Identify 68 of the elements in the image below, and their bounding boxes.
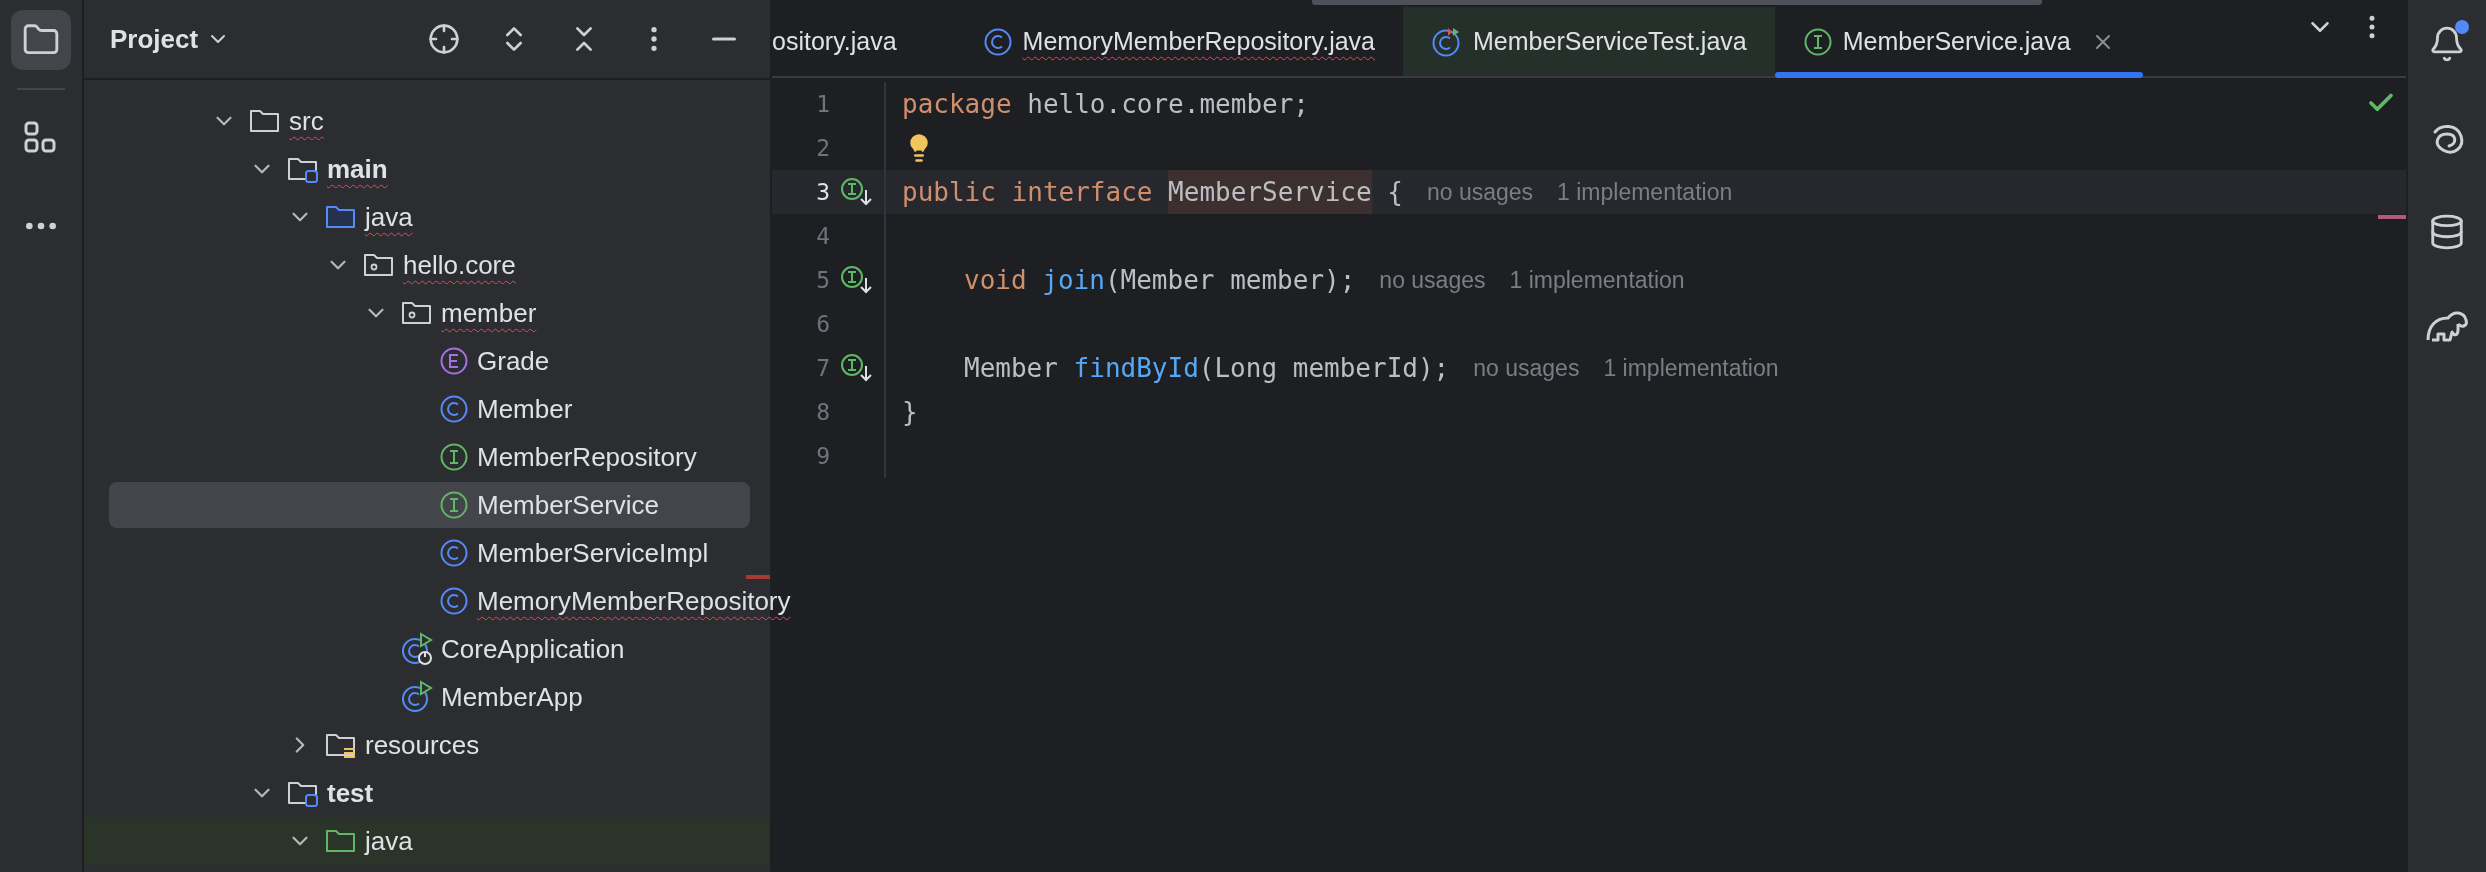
editor-tab[interactable]: MemoryMemberRepository.java bbox=[954, 7, 1403, 76]
line-number: 4 bbox=[815, 223, 830, 249]
line-number: 1 bbox=[815, 91, 830, 117]
panel-title[interactable]: Project bbox=[110, 23, 199, 55]
line-number: 8 bbox=[815, 399, 830, 425]
class-icon bbox=[439, 394, 469, 424]
class-icon bbox=[439, 586, 469, 616]
inlay-hint[interactable]: 1 implementation bbox=[1509, 266, 1685, 294]
inlay-hint[interactable]: 1 implementation bbox=[1557, 178, 1733, 206]
line-number: 2 bbox=[815, 135, 830, 161]
error-stripe-mark bbox=[2378, 215, 2406, 219]
code-token: findById bbox=[1073, 352, 1199, 385]
code-token: Member bbox=[964, 352, 1059, 385]
interface-icon bbox=[1802, 26, 1833, 57]
structure-icon[interactable] bbox=[23, 120, 59, 156]
tree-item[interactable]: MemoryMemberRepository bbox=[109, 578, 791, 624]
tree-item[interactable]: Grade bbox=[109, 338, 750, 384]
editor-tab[interactable]: MemberService.java bbox=[1774, 7, 2143, 76]
code-token: { bbox=[1386, 176, 1403, 209]
code-token: } bbox=[902, 396, 918, 429]
locate-icon[interactable] bbox=[428, 23, 460, 55]
tree-item[interactable]: Member bbox=[109, 386, 750, 432]
enum-icon bbox=[439, 346, 469, 376]
inlay-hint[interactable]: 1 implementation bbox=[1603, 354, 1779, 382]
line-number: 3 bbox=[815, 179, 830, 205]
tree-item[interactable]: test bbox=[109, 770, 750, 816]
implemented-icon[interactable] bbox=[840, 352, 874, 384]
database-icon[interactable] bbox=[2428, 213, 2466, 251]
tree-item[interactable]: java bbox=[109, 194, 750, 240]
line-number: 9 bbox=[815, 443, 830, 469]
code-token: (Member member); bbox=[1104, 264, 1356, 297]
line-number: 6 bbox=[815, 311, 830, 337]
interface-icon bbox=[439, 490, 469, 520]
runnable-class-icon bbox=[401, 680, 433, 714]
scrollbar[interactable] bbox=[1312, 0, 2042, 5]
tree-item[interactable]: MemberServiceImpl bbox=[109, 530, 750, 576]
line-number: 5 bbox=[815, 267, 830, 293]
interface-icon bbox=[439, 442, 469, 472]
editor-tab[interactable]: ository.java bbox=[772, 7, 925, 76]
implemented-icon[interactable] bbox=[840, 176, 874, 208]
unread-dot bbox=[2455, 20, 2469, 34]
editor-tab[interactable]: MemberServiceTest.java bbox=[1403, 7, 1775, 76]
implemented-icon[interactable] bbox=[840, 264, 874, 296]
code-token: join bbox=[1042, 264, 1105, 297]
inlay-hint[interactable]: no usages bbox=[1473, 354, 1580, 382]
notification-bell-icon[interactable] bbox=[2428, 25, 2466, 63]
class-icon bbox=[439, 538, 469, 568]
code-token: void bbox=[964, 264, 1028, 297]
inlay-hint[interactable]: no usages bbox=[1426, 178, 1534, 206]
code-token: MemberService bbox=[1168, 170, 1372, 214]
code-token: public interface bbox=[902, 176, 1154, 209]
tree-item[interactable]: main bbox=[109, 146, 750, 192]
tree-item[interactable]: hello.core bbox=[109, 242, 750, 288]
runnable-class-icon bbox=[401, 632, 433, 666]
tree-item[interactable]: src bbox=[109, 98, 750, 144]
code-token: (Long memberId); bbox=[1198, 352, 1450, 385]
class-icon bbox=[982, 26, 1013, 57]
tree-item[interactable]: MemberService bbox=[109, 482, 750, 528]
tree-item[interactable]: MemberApp bbox=[109, 674, 750, 720]
code-token: hello.core.member; bbox=[1026, 88, 1309, 121]
code-token: package bbox=[902, 88, 1012, 121]
tree-item[interactable]: MemberRepository bbox=[109, 434, 750, 480]
tree-item[interactable]: resources bbox=[109, 722, 750, 768]
line-number: 7 bbox=[815, 355, 830, 381]
tree-item[interactable]: member bbox=[109, 290, 750, 336]
error-stripe-mark bbox=[746, 575, 770, 579]
tree-item[interactable]: CoreApplication bbox=[109, 626, 750, 672]
inlay-hint[interactable]: no usages bbox=[1379, 266, 1486, 294]
